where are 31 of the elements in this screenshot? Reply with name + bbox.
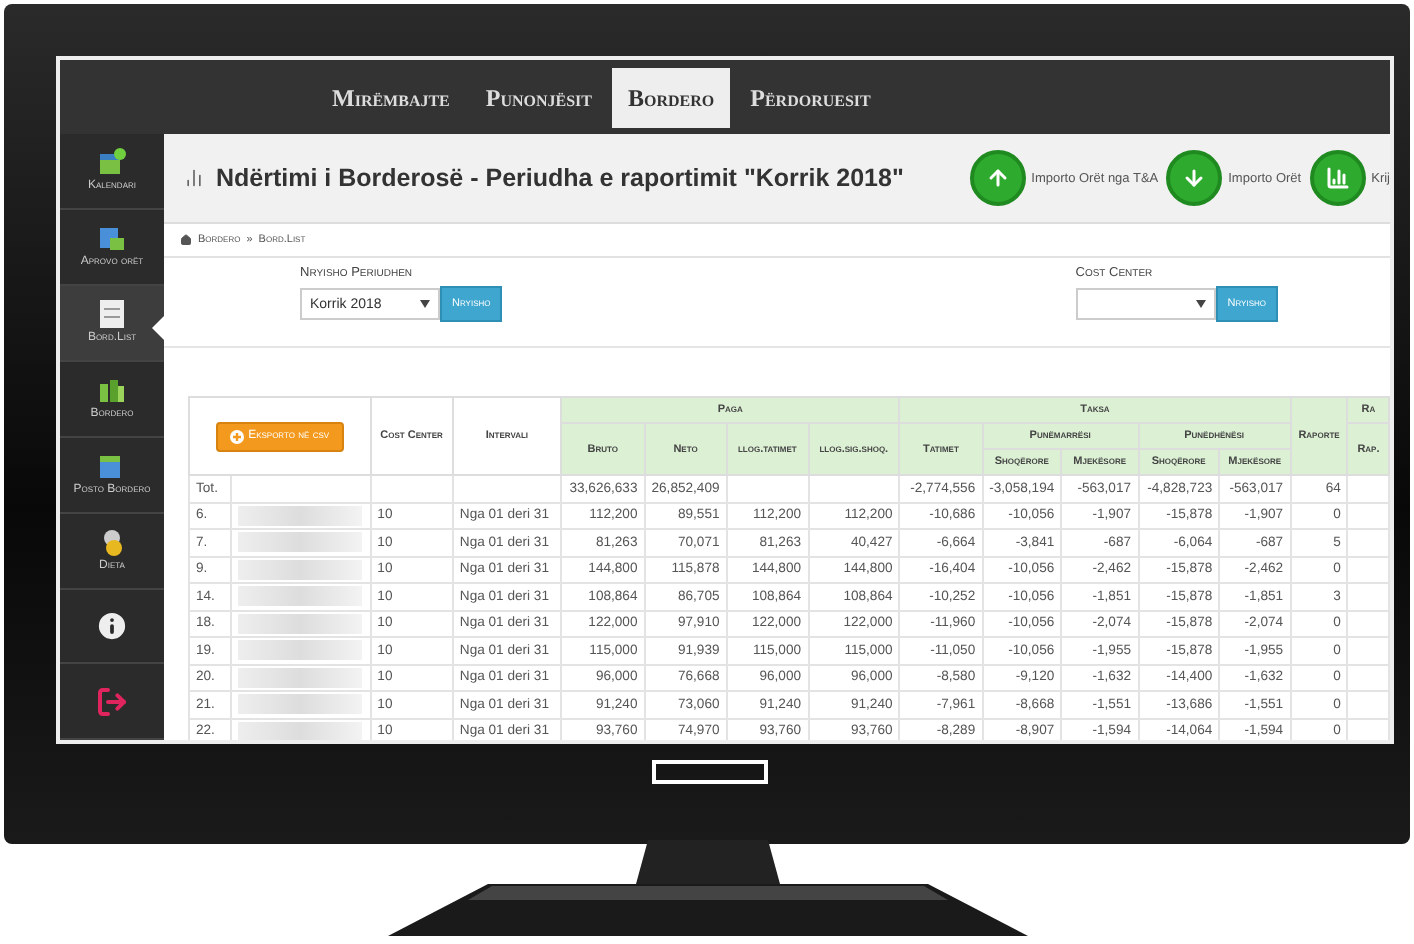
- document-icon: [100, 300, 124, 329]
- caret-icon: [420, 300, 430, 308]
- download-icon: [1166, 150, 1223, 206]
- blurred-name: [237, 640, 362, 661]
- blurred-name: [237, 532, 362, 553]
- info-icon[interactable]: [94, 607, 130, 644]
- people-icon: [98, 376, 126, 405]
- chart-icon: [184, 168, 204, 188]
- blurred-name: [237, 667, 362, 688]
- nav-tab[interactable]: Përdoruesit: [734, 68, 887, 128]
- bezel-label-icon: [651, 760, 767, 784]
- blurred-name: [237, 505, 362, 526]
- blurred-name: [237, 559, 362, 580]
- calendar-icon: [98, 148, 126, 177]
- plus-circle-icon: [230, 429, 245, 443]
- caret-icon: [1195, 300, 1206, 308]
- upload-icon: [969, 150, 1026, 206]
- page-title: Ndërtimi i Borderosë - Periudha e raportimit "Korrik 2018": [216, 164, 904, 192]
- blurred-name: [237, 721, 362, 741]
- blurred-name: [237, 613, 362, 634]
- calendar-check-icon: [98, 224, 126, 253]
- calendar-upload-icon: [98, 452, 126, 481]
- blurred-name: [237, 586, 362, 607]
- logout-icon[interactable]: [96, 685, 128, 718]
- nav-tab[interactable]: Punonjësit: [469, 68, 609, 128]
- bar-chart-icon: [1309, 150, 1366, 206]
- coin-icon: [98, 528, 126, 557]
- home-icon[interactable]: [180, 234, 192, 246]
- nav-tab[interactable]: Bordero: [612, 68, 731, 128]
- blurred-name: [237, 694, 362, 715]
- nav-tab[interactable]: Mirëmbajte: [316, 68, 466, 128]
